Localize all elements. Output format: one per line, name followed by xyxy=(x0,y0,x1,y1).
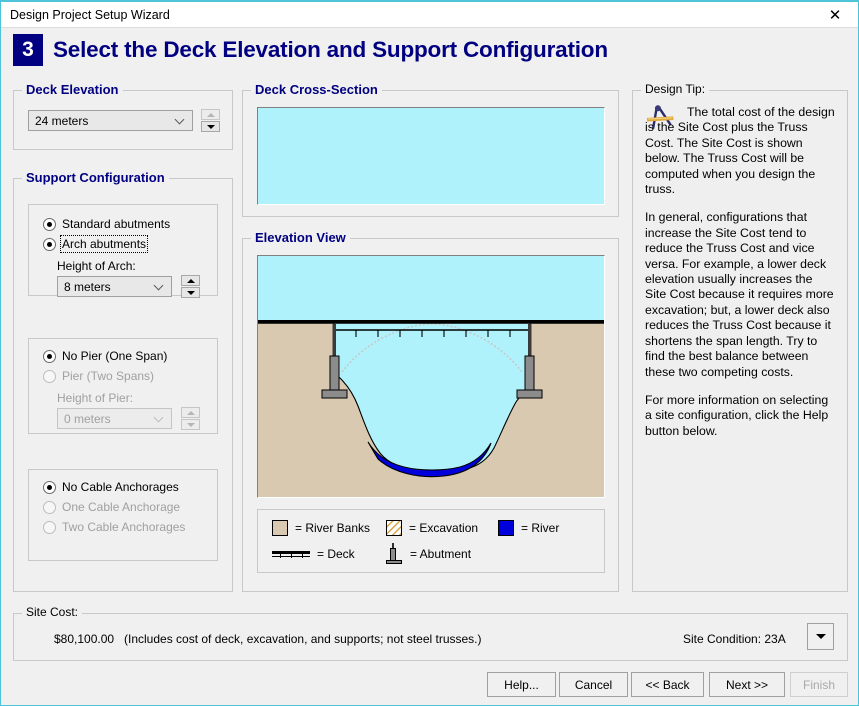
legend-item-abutment: = Abutment xyxy=(386,543,471,565)
radio-dot-icon xyxy=(43,369,56,383)
page-title: Select the Deck Elevation and Support Co… xyxy=(53,37,608,62)
cancel-button[interactable]: Cancel xyxy=(559,672,628,697)
radio-one-cable-anchorage[interactable]: One Cable Anchorage xyxy=(43,500,180,514)
height-of-pier-spinner-down xyxy=(181,419,200,430)
deck-elevation-spinner[interactable] xyxy=(201,109,220,132)
chevron-down-icon xyxy=(815,634,826,639)
height-of-arch-spinner-down[interactable] xyxy=(181,287,200,298)
back-button[interactable]: << Back xyxy=(631,672,704,697)
radio-dot-icon xyxy=(43,480,56,494)
height-of-arch-spinner[interactable] xyxy=(181,275,200,298)
legend-item-river: = River xyxy=(498,520,559,536)
radio-label: Two Cable Anchorages xyxy=(62,520,186,534)
radio-label: Standard abutments xyxy=(62,217,171,231)
site-cost-amount: $80,100.00 xyxy=(54,632,115,646)
legend-item-excavation: = Excavation xyxy=(386,520,478,536)
radio-label: Pier (Two Spans) xyxy=(62,369,155,383)
site-cost-group-label: Site Cost: xyxy=(22,605,83,619)
title-bar: Design Project Setup Wizard ✕ xyxy=(1,2,858,28)
anchorages-panel: No Cable Anchorages One Cable Anchorage … xyxy=(28,469,218,561)
height-of-pier-combo: 0 meters xyxy=(57,408,172,429)
legend-label: = River Banks xyxy=(295,521,371,535)
design-tip-text: The total cost of the design is the Site… xyxy=(645,105,837,452)
site-cost-group: Site Cost: $80,100.00 (Includes cost of … xyxy=(13,605,848,661)
chevron-down-icon xyxy=(155,281,164,290)
deck-elevation-group-label: Deck Elevation xyxy=(22,82,123,97)
deck-elevation-group: Deck Elevation 24 meters xyxy=(13,82,233,150)
elevation-view-svg xyxy=(258,256,604,497)
height-of-arch-value: 8 meters xyxy=(64,279,111,294)
radio-two-cable-anchorages[interactable]: Two Cable Anchorages xyxy=(43,520,185,534)
radio-standard-abutments[interactable]: Standard abutments xyxy=(43,217,170,231)
height-of-pier-spinner xyxy=(181,407,200,430)
excavation-swatch-icon xyxy=(386,520,402,536)
elevation-view-group-label: Elevation View xyxy=(251,230,350,245)
radio-no-pier[interactable]: No Pier (One Span) xyxy=(43,349,167,363)
radio-dot-icon xyxy=(43,520,56,534)
elevation-legend: = River Banks = Excavation = River = Dec… xyxy=(257,509,605,573)
design-tip-paragraph-1: The total cost of the design is the Site… xyxy=(645,105,835,197)
deck-cross-section-group-label: Deck Cross-Section xyxy=(251,82,382,97)
help-button[interactable]: Help... xyxy=(487,672,556,697)
height-of-pier-spinner-up xyxy=(181,407,200,418)
support-configuration-group: Support Configuration Standard abutments… xyxy=(13,170,233,592)
chevron-down-icon xyxy=(155,413,164,422)
radio-dot-icon xyxy=(43,237,56,251)
radio-dot-icon xyxy=(43,217,56,231)
deck-elevation-combo[interactable]: 24 meters xyxy=(28,110,193,131)
wizard-header: 3 Select the Deck Elevation and Support … xyxy=(1,29,858,77)
legend-label: = River xyxy=(521,521,560,535)
legend-item-deck: = Deck xyxy=(272,546,355,562)
radio-label: One Cable Anchorage xyxy=(62,500,181,514)
radio-label: No Pier (One Span) xyxy=(62,349,168,363)
design-tip-group-label: Design Tip: xyxy=(641,82,710,96)
radio-no-cable-anchorages[interactable]: No Cable Anchorages xyxy=(43,480,179,494)
height-of-arch-spinner-up[interactable] xyxy=(181,275,200,286)
radio-arch-abutments[interactable]: Arch abutments xyxy=(43,235,149,253)
support-configuration-group-label: Support Configuration xyxy=(22,170,169,185)
legend-label: = Excavation xyxy=(409,521,479,535)
river-swatch-icon xyxy=(498,520,514,536)
height-of-arch-label: Height of Arch: xyxy=(57,259,136,273)
step-number-badge: 3 xyxy=(13,34,43,66)
legend-label: = Abutment xyxy=(410,547,472,561)
piers-panel: No Pier (One Span) Pier (Two Spans) Heig… xyxy=(28,338,218,434)
river-banks-swatch-icon xyxy=(272,520,288,536)
deck-elevation-value: 24 meters xyxy=(35,113,89,128)
elevation-view-canvas xyxy=(257,255,605,498)
deck-elevation-spinner-up[interactable] xyxy=(201,109,220,120)
elevation-view-group: Elevation View = River Banks = Excavatio… xyxy=(242,230,619,592)
chevron-down-icon xyxy=(176,115,185,124)
close-icon[interactable]: ✕ xyxy=(812,2,858,28)
deck-cross-section-canvas xyxy=(257,107,605,205)
design-tip-paragraph-2: In general, configurations that increase… xyxy=(645,210,834,379)
height-of-pier-value: 0 meters xyxy=(64,411,111,426)
site-condition-dropdown-button[interactable] xyxy=(807,623,834,650)
radio-label: No Cable Anchorages xyxy=(62,480,179,494)
legend-label: = Deck xyxy=(317,547,355,561)
radio-dot-icon xyxy=(43,349,56,363)
design-tip-paragraph-3: For more information on selecting a site… xyxy=(645,392,829,438)
radio-dot-icon xyxy=(43,500,56,514)
site-cost-note: (Includes cost of deck, excavation, and … xyxy=(124,632,482,646)
radio-pier-two-spans[interactable]: Pier (Two Spans) xyxy=(43,369,154,383)
height-of-pier-label: Height of Pier: xyxy=(57,391,134,405)
radio-label: Arch abutments xyxy=(59,235,149,253)
abutment-swatch-icon xyxy=(386,543,404,565)
next-button[interactable]: Next >> xyxy=(709,672,785,697)
deck-elevation-spinner-down[interactable] xyxy=(201,121,220,132)
deck-swatch-icon xyxy=(272,546,310,562)
wizard-window: Design Project Setup Wizard ✕ 3 Select t… xyxy=(0,0,859,706)
design-tip-group: Design Tip: The total cost of the design… xyxy=(632,82,848,592)
finish-button: Finish xyxy=(790,672,848,697)
height-of-arch-combo[interactable]: 8 meters xyxy=(57,276,172,297)
window-title: Design Project Setup Wizard xyxy=(10,8,170,22)
abutments-panel: Standard abutments Arch abutments Height… xyxy=(28,204,218,298)
deck-cross-section-group: Deck Cross-Section xyxy=(242,82,619,217)
legend-item-river-banks: = River Banks xyxy=(272,520,370,536)
site-condition-label: Site Condition: 23A xyxy=(683,632,786,646)
